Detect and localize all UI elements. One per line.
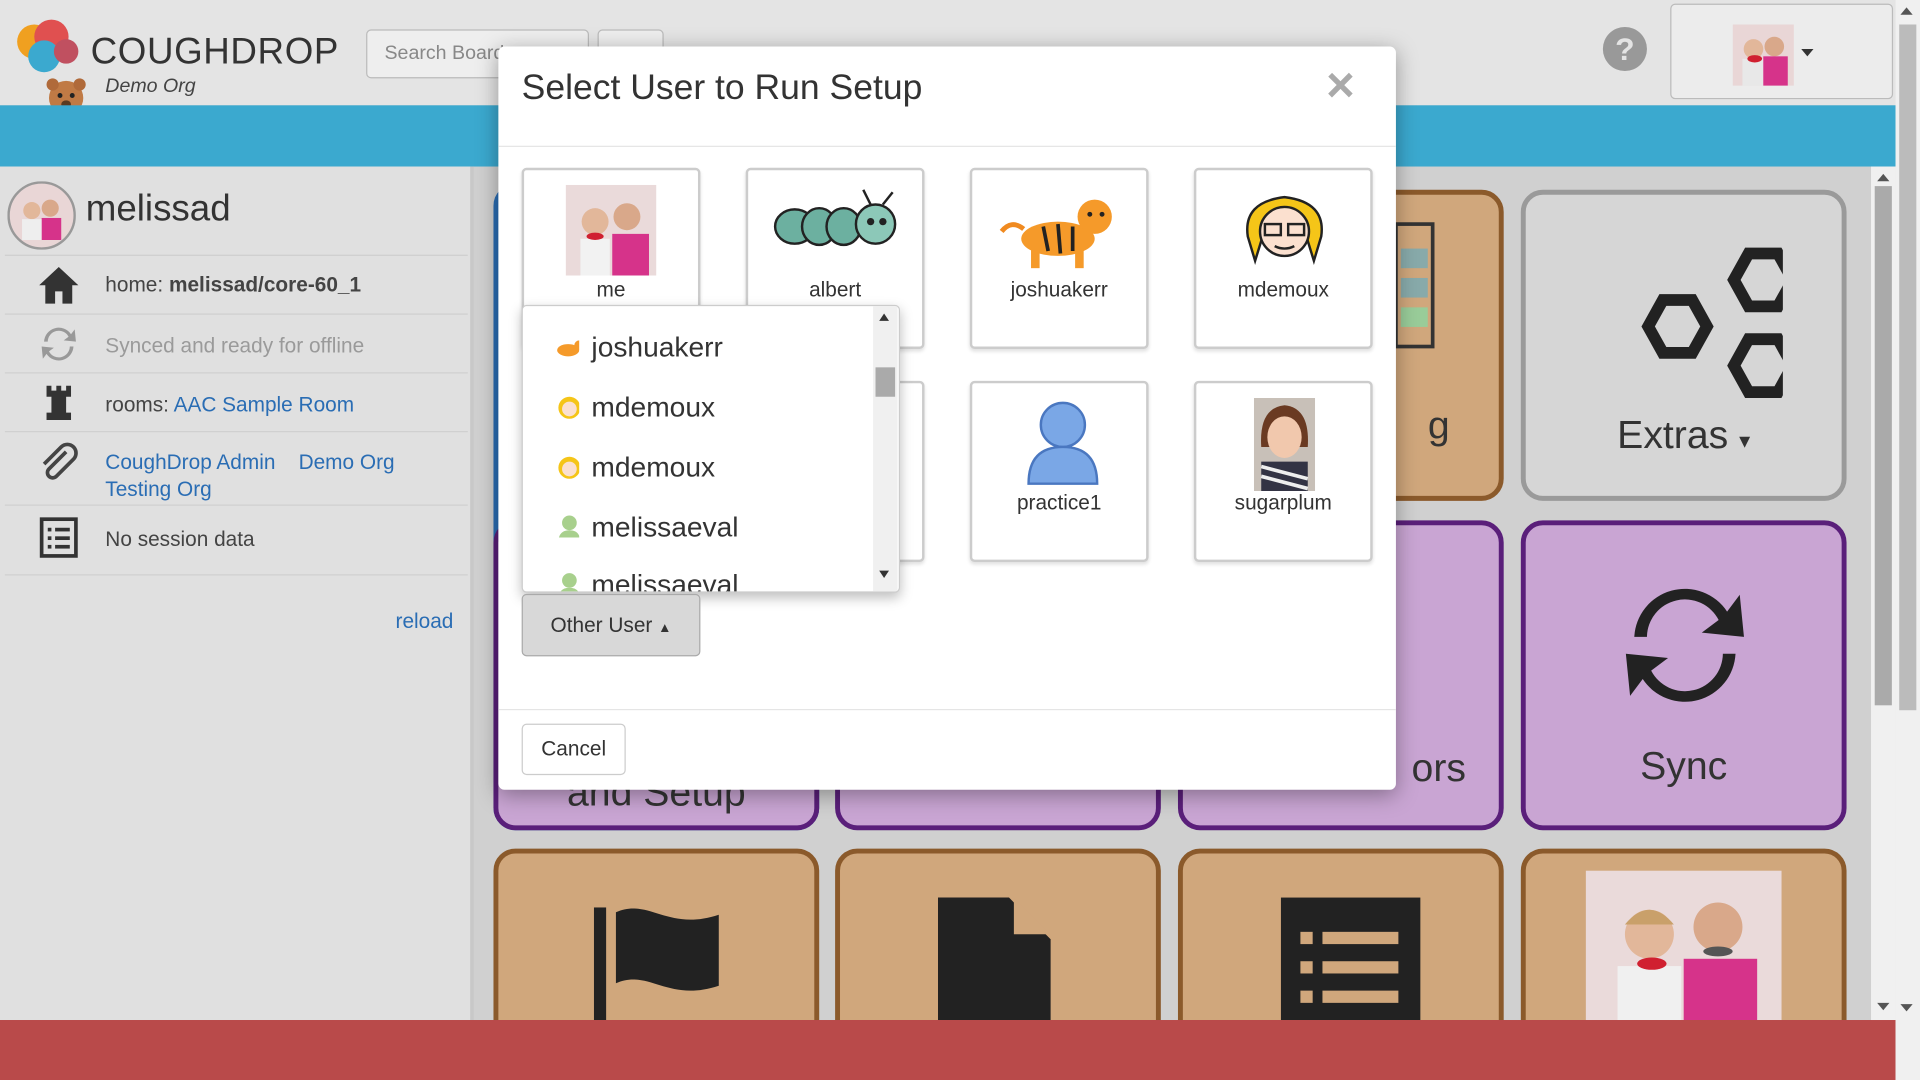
org-link-admin[interactable]: CoughDrop Admin [105,451,275,474]
org-link-testing[interactable]: Testing Org [105,478,211,501]
home-icon [39,266,79,304]
user-card-mdemoux[interactable]: mdemoux [1193,167,1373,349]
sync-icon [41,327,76,361]
sidebar-item-orgs: CoughDrop Admin Demo Org Testing Org [4,431,468,506]
user-name: me [596,277,626,302]
user-menu-button[interactable] [1670,3,1894,100]
user-card-practice1[interactable]: practice1 [969,380,1149,563]
org-link-demo[interactable]: Demo Org [299,451,395,474]
file-icon [937,897,1051,1033]
home-prefix: home: [105,273,164,297]
user-card-sugarplum[interactable]: sugarplum [1193,380,1373,563]
chevron-down-icon [1801,48,1814,57]
rooms-prefix: rooms: [105,393,169,417]
modal-divider [498,708,1396,711]
reload-link[interactable]: reload [396,610,454,634]
help-icon[interactable]: ? [1602,26,1647,72]
user-name: albert [809,277,862,302]
scrollbar-thumb[interactable] [875,367,896,397]
tiger-icon [999,199,1112,269]
sync-icon [1625,588,1744,702]
board-tile-extras[interactable]: Extras ▾ [1520,189,1847,501]
person-icon [558,515,580,538]
person-icon [560,573,579,592]
sidebar-item-sync[interactable]: Synced and ready for offline [4,313,468,373]
tile-label-sync: Sync [1640,743,1728,788]
home-board-link[interactable]: melissad/core-60_1 [169,273,361,296]
board-icon [1394,222,1435,349]
select-user-modal: Select User to Run Setup × me albert jos… [498,46,1396,790]
list-icon [1280,897,1421,1033]
session-status: No session data [105,527,255,552]
tile-label-extras: Extras ▾ [1617,412,1751,457]
sidebar-item-session[interactable]: No session data [4,504,468,576]
avatar [7,181,76,250]
modal-title: Select User to Run Setup [521,68,923,108]
user-name: practice1 [1016,491,1102,515]
caterpillar-icon [773,189,897,247]
other-user-button[interactable]: Other User ▲ [521,593,701,657]
user-name: sugarplum [1234,491,1332,515]
footer-bar [0,1020,1896,1080]
user-photo [1585,870,1782,1025]
board-scrollbar[interactable] [1871,166,1896,1021]
tiger-icon [557,340,580,357]
paperclip-icon [42,442,78,480]
close-icon[interactable]: × [1326,59,1355,114]
sidebar-item-home[interactable]: home: melissad/core-60_1 [4,254,468,315]
username: melissad [85,188,231,229]
sync-status: Synced and ready for offline [105,334,365,358]
hexagons-icon [1641,247,1783,398]
page-scrollbar[interactable] [1895,0,1920,1080]
avatar [1732,24,1794,86]
modal-divider [498,145,1396,147]
user-photo [1253,397,1316,492]
scrollbar-thumb[interactable] [1899,24,1917,711]
girl-icon [1246,195,1323,266]
user-card-joshuakerr[interactable]: joshuakerr [969,167,1149,349]
board-tile-sync[interactable]: Sync [1520,520,1847,831]
app-name: COUGHDROP [90,31,339,73]
org-name: Demo Org [105,75,196,97]
sidebar-item-rooms[interactable]: rooms: AAC Sample Room [4,372,468,432]
cancel-button[interactable]: Cancel [521,723,626,776]
dropdown-scrollbar[interactable] [873,306,898,592]
user-photo [565,184,657,276]
user-name: mdemoux [1237,277,1329,302]
girl-icon [558,456,580,479]
person-icon [1027,401,1099,485]
rook-icon [46,385,72,421]
list-icon [39,517,78,558]
user-name: joshuakerr [1010,277,1108,302]
other-user-dropdown[interactable]: joshuakerr mdemoux mdemoux melissaeval m… [521,304,901,593]
girl-icon [558,396,580,419]
room-link[interactable]: AAC Sample Room [174,393,354,416]
sidebar: melissad home: melissad/core-60_1 Synced… [0,166,474,1024]
flag-icon [593,907,719,1030]
